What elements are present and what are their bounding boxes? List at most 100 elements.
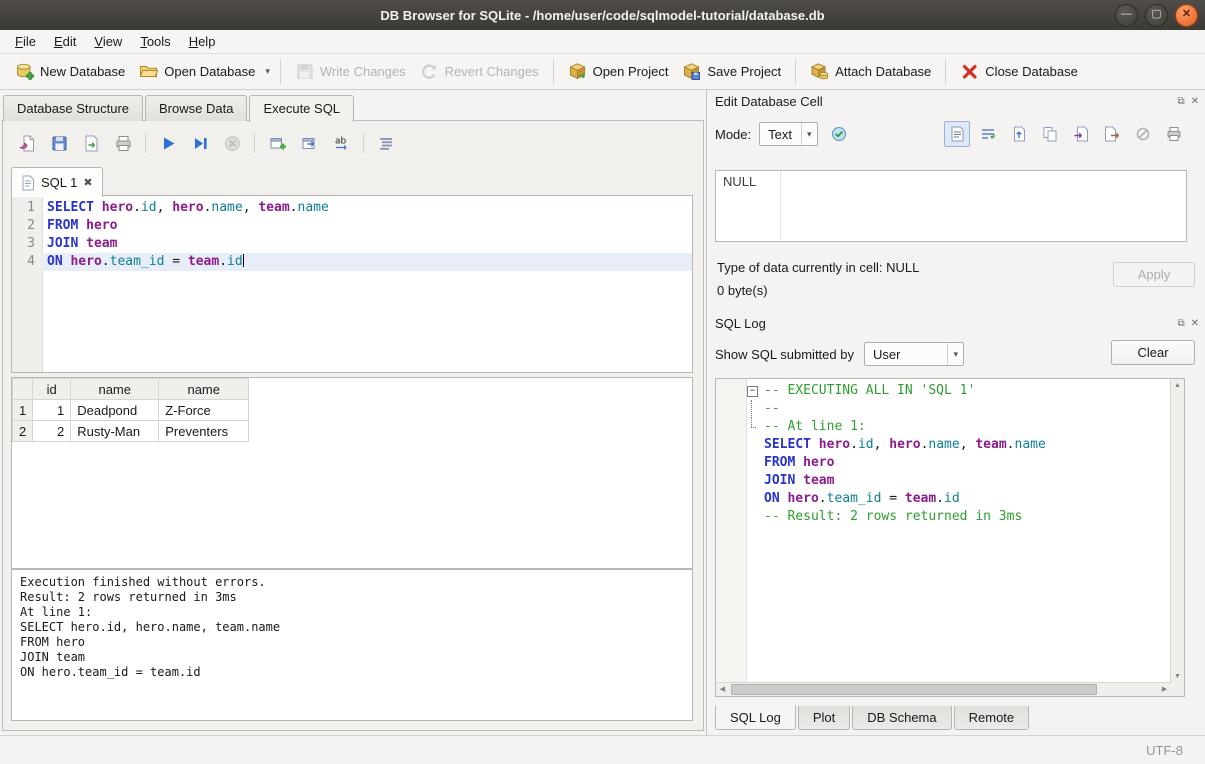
apply-button[interactable]: Apply bbox=[1113, 262, 1195, 287]
clear-log-button[interactable]: Clear bbox=[1111, 340, 1195, 365]
code-line[interactable]: 8-- Result: 2 rows returned in 3ms bbox=[716, 508, 1171, 526]
sql-editor-tab[interactable]: SQL 1 ✖ bbox=[11, 167, 103, 197]
print-cell-button[interactable] bbox=[1161, 121, 1187, 147]
tab-plot[interactable]: Plot bbox=[798, 706, 850, 730]
edit-cell-float-icon[interactable]: ⧉ bbox=[1177, 96, 1184, 107]
maximize-button[interactable]: ▢ bbox=[1145, 4, 1168, 27]
scroll-up-icon[interactable]: ▲ bbox=[1171, 379, 1184, 392]
save-sql-file-icon bbox=[50, 134, 69, 153]
open-sql-file-button[interactable] bbox=[13, 129, 41, 157]
sql-log-close-icon[interactable]: ✕ bbox=[1191, 318, 1199, 329]
print-sql-button[interactable] bbox=[109, 129, 137, 157]
format-sql-button[interactable] bbox=[372, 129, 400, 157]
tab-execute-sql[interactable]: Execute SQL bbox=[249, 95, 354, 122]
auto-switch-mode-button[interactable] bbox=[826, 121, 852, 147]
execute-line-button[interactable] bbox=[186, 129, 214, 157]
results-cell[interactable]: Z-Force bbox=[159, 400, 249, 421]
copy-cell-button[interactable] bbox=[1037, 121, 1063, 147]
stop-execution-button[interactable] bbox=[218, 129, 246, 157]
tab-database-structure[interactable]: Database Structure bbox=[3, 95, 143, 121]
code-line[interactable]: 4SELECT hero.id, hero.name, team.name bbox=[716, 436, 1171, 454]
text-mode-button[interactable] bbox=[944, 121, 970, 147]
open-database-dropdown[interactable]: ▾ bbox=[262, 62, 273, 81]
results-cell[interactable]: Deadpond bbox=[71, 400, 159, 421]
results-row-header[interactable]: 1 bbox=[13, 400, 33, 421]
fold-marker-icon bbox=[746, 490, 759, 508]
scroll-right-icon[interactable]: ▶ bbox=[1158, 683, 1171, 696]
fold-marker-icon[interactable] bbox=[746, 382, 759, 400]
menu-view[interactable]: View bbox=[85, 31, 131, 52]
tab-sql-log[interactable]: SQL Log bbox=[715, 705, 796, 730]
fold-marker-icon bbox=[746, 418, 759, 436]
open-sql-tab-button[interactable] bbox=[295, 129, 323, 157]
minimize-button[interactable]: — bbox=[1115, 4, 1138, 27]
code-line[interactable]: 9 bbox=[716, 526, 1171, 544]
code-line[interactable]: 2-- bbox=[716, 400, 1171, 418]
results-corner-cell[interactable] bbox=[13, 379, 33, 400]
new-database-label: New Database bbox=[40, 64, 125, 79]
cell-editor[interactable]: NULL bbox=[715, 170, 1187, 242]
vertical-scrollbar[interactable]: ▲ ▼ bbox=[1170, 379, 1184, 683]
code-line[interactable]: 5FROM hero bbox=[716, 454, 1171, 472]
sql-log-float-icon[interactable]: ⧉ bbox=[1177, 318, 1184, 329]
results-column-header[interactable]: id bbox=[33, 379, 71, 400]
word-wrap-button[interactable] bbox=[975, 121, 1001, 147]
sql-editor-code[interactable]: 1SELECT hero.id, hero.name, team.name2FR… bbox=[12, 196, 692, 271]
close-button[interactable]: ✕ bbox=[1175, 4, 1198, 27]
menu-help[interactable]: Help bbox=[180, 31, 225, 52]
save-project-button[interactable]: Save Project bbox=[675, 58, 788, 85]
save-sql-file-button[interactable] bbox=[45, 129, 73, 157]
export-cell-button[interactable] bbox=[1099, 121, 1125, 147]
open-cell-file-button[interactable] bbox=[1006, 121, 1032, 147]
code-line[interactable]: 1-- EXECUTING ALL IN 'SQL 1' bbox=[716, 382, 1171, 400]
results-cell[interactable]: 1 bbox=[33, 400, 71, 421]
results-cell[interactable]: Rusty-Man bbox=[71, 421, 159, 442]
scrollbar-thumb[interactable] bbox=[731, 684, 1097, 695]
results-table[interactable]: idnamename11DeadpondZ-Force22Rusty-ManPr… bbox=[12, 378, 249, 442]
code-line[interactable]: 2FROM hero bbox=[12, 217, 692, 235]
code-line[interactable]: 4ON hero.team_id = team.id bbox=[12, 253, 692, 271]
results-cell[interactable]: 2 bbox=[33, 421, 71, 442]
edit-cell-close-icon[interactable]: ✕ bbox=[1191, 96, 1199, 107]
code-line[interactable]: 3-- At line 1: bbox=[716, 418, 1171, 436]
new-sql-tab-button[interactable] bbox=[263, 129, 291, 157]
code-line[interactable]: 7ON hero.team_id = team.id bbox=[716, 490, 1171, 508]
cell-type-info: Type of data currently in cell: NULL bbox=[717, 260, 919, 275]
revert-changes-button[interactable]: Revert Changes bbox=[413, 58, 546, 85]
save-sql-as-button[interactable] bbox=[77, 129, 105, 157]
open-database-button[interactable]: Open Database bbox=[132, 58, 262, 85]
menu-tools[interactable]: Tools bbox=[131, 31, 179, 52]
print-cell-icon bbox=[1165, 125, 1183, 143]
close-database-button[interactable]: Close Database bbox=[953, 58, 1085, 85]
open-project-icon bbox=[568, 62, 587, 81]
import-cell-button[interactable] bbox=[1068, 121, 1094, 147]
set-null-button[interactable] bbox=[1130, 121, 1156, 147]
scroll-left-icon[interactable]: ◀ bbox=[716, 683, 729, 696]
scroll-down-icon[interactable]: ▼ bbox=[1171, 670, 1184, 683]
results-cell[interactable]: Preventers bbox=[159, 421, 249, 442]
execute-all-button[interactable] bbox=[154, 129, 182, 157]
attach-database-button[interactable]: Attach Database bbox=[803, 58, 938, 85]
results-column-header[interactable]: name bbox=[159, 379, 249, 400]
find-replace-button[interactable]: ab bbox=[327, 129, 355, 157]
menu-edit[interactable]: Edit bbox=[45, 31, 85, 52]
open-project-button[interactable]: Open Project bbox=[561, 58, 676, 85]
results-column-header[interactable]: name bbox=[71, 379, 159, 400]
new-database-button[interactable]: New Database bbox=[8, 58, 132, 85]
filter-select[interactable]: User ▾ bbox=[864, 342, 964, 366]
tab-browse-data[interactable]: Browse Data bbox=[145, 95, 247, 121]
results-row-header[interactable]: 2 bbox=[13, 421, 33, 442]
code-line[interactable]: 3JOIN team bbox=[12, 235, 692, 253]
code-line[interactable]: 1SELECT hero.id, hero.name, team.name bbox=[12, 199, 692, 217]
sql-editor[interactable]: 1SELECT hero.id, hero.name, team.name2FR… bbox=[11, 195, 693, 373]
menu-file[interactable]: File bbox=[6, 31, 45, 52]
open-cell-file-icon bbox=[1010, 125, 1028, 143]
horizontal-scrollbar[interactable]: ◀ ▶ bbox=[716, 682, 1171, 696]
tab-db-schema[interactable]: DB Schema bbox=[852, 706, 951, 730]
mode-select[interactable]: Text ▾ bbox=[759, 122, 817, 146]
tab-remote[interactable]: Remote bbox=[954, 706, 1030, 730]
write-changes-button[interactable]: Write Changes bbox=[288, 58, 413, 85]
sql-tab-close-icon[interactable]: ✖ bbox=[83, 176, 92, 189]
statusbar: UTF-8 bbox=[0, 735, 1205, 764]
code-line[interactable]: 6JOIN team bbox=[716, 472, 1171, 490]
